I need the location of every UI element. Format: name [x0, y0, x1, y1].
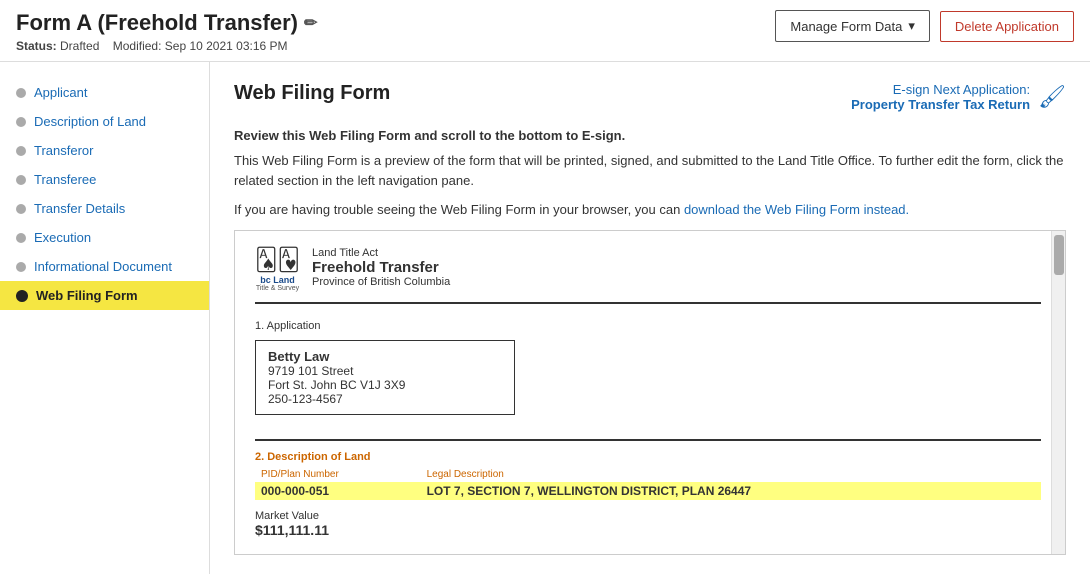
esign-document-icon[interactable]: 🖌 [1038, 84, 1066, 110]
address-box: Betty Law 9719 101 Street Fort St. John … [255, 340, 515, 415]
land-table: PID/Plan Number Legal Description 000-00… [255, 467, 1041, 500]
scrollbar-thumb [1054, 235, 1064, 275]
col-legal-header: Legal Description [421, 467, 1041, 482]
sidebar-item-description-of-land[interactable]: Description of Land [0, 107, 209, 136]
status-label: Status: [16, 39, 57, 53]
form-header-row: 🂡🂱 bc Land Title & Survey Land Title Act… [255, 247, 1041, 304]
sidebar-dot [16, 117, 26, 127]
title-text: Form A (Freehold Transfer) [16, 10, 298, 36]
bc-cards-icon: 🂡🂱 [255, 247, 300, 273]
manage-label: Manage Form Data [790, 19, 902, 34]
bc-logo: 🂡🂱 bc Land Title & Survey [255, 247, 300, 292]
sidebar-dot [16, 175, 26, 185]
sidebar-item-label: Web Filing Form [36, 288, 138, 303]
sidebar-dot [16, 88, 26, 98]
sidebar-item-label: Transferor [34, 143, 93, 158]
province: Province of British Columbia [312, 276, 450, 288]
act-name: Land Title Act [312, 247, 450, 259]
content-header: Web Filing Form E-sign Next Application:… [234, 82, 1066, 112]
sidebar-item-transferor[interactable]: Transferor [0, 136, 209, 165]
esign-title: Property Transfer Tax Return [851, 97, 1030, 112]
status-line: Status: Drafted Modified: Sep 10 2021 03… [16, 39, 317, 53]
delete-label: Delete Application [955, 19, 1059, 34]
applicant-phone: 250-123-4567 [268, 392, 502, 406]
sidebar-item-execution[interactable]: Execution [0, 223, 209, 252]
sidebar-item-web-filing-form[interactable]: Web Filing Form [0, 281, 209, 310]
form-name: Freehold Transfer [312, 259, 450, 276]
delete-application-button[interactable]: Delete Application [940, 11, 1074, 42]
sidebar-item-informational-document[interactable]: Informational Document [0, 252, 209, 281]
section2-label: 2. Description of Land [255, 451, 1041, 463]
dropdown-arrow-icon: ▾ [908, 18, 915, 34]
sidebar-item-applicant[interactable]: Applicant [0, 78, 209, 107]
modified-label: Modified: [113, 39, 162, 53]
market-value: $111,111.11 [255, 522, 1041, 538]
main-layout: Applicant Description of Land Transferor… [0, 62, 1090, 574]
sidebar-item-label: Transfer Details [34, 201, 125, 216]
market-value-section: Market Value $111,111.11 [255, 510, 1041, 538]
modified-value: Sep 10 2021 03:16 PM [165, 39, 288, 53]
sidebar-dot [16, 262, 26, 272]
intro-bold: Review this Web Filing Form and scroll t… [234, 128, 1066, 143]
section-divider [255, 439, 1041, 441]
header-actions: Manage Form Data ▾ Delete Application [775, 10, 1074, 42]
download-link[interactable]: download the Web Filing Form instead. [684, 202, 909, 217]
page-title: Form A (Freehold Transfer) ✏ [16, 10, 317, 36]
applicant-name: Betty Law [268, 349, 502, 364]
form-title-block: Land Title Act Freehold Transfer Provinc… [312, 247, 450, 288]
bc-land-text: bc Land [260, 275, 295, 285]
esign-label: E-sign Next Application: [851, 82, 1030, 97]
bc-sub-text: Title & Survey [256, 285, 299, 292]
table-row: 000-000-051 LOT 7, SECTION 7, WELLINGTON… [255, 482, 1041, 500]
form-preview-inner: 🂡🂱 bc Land Title & Survey Land Title Act… [235, 231, 1065, 554]
sidebar-dot-active [16, 290, 28, 302]
table-header-row: PID/Plan Number Legal Description [255, 467, 1041, 482]
edit-icon[interactable]: ✏ [304, 13, 317, 33]
sidebar-dot [16, 204, 26, 214]
sidebar-item-label: Description of Land [34, 114, 146, 129]
status-value: Drafted [60, 39, 99, 53]
section1-label: 1. Application [255, 320, 1041, 332]
intro-p2-prefix: If you are having trouble seeing the Web… [234, 202, 684, 217]
sidebar-item-label: Execution [34, 230, 91, 245]
sidebar-dot [16, 233, 26, 243]
pid-value: 000-000-051 [255, 482, 421, 500]
applicant-addr1: 9719 101 Street [268, 364, 502, 378]
page-header: Form A (Freehold Transfer) ✏ Status: Dra… [0, 0, 1090, 62]
sidebar-item-transfer-details[interactable]: Transfer Details [0, 194, 209, 223]
sidebar-item-label: Informational Document [34, 259, 172, 274]
land-section: 2. Description of Land PID/Plan Number L… [255, 451, 1041, 500]
market-value-label: Market Value [255, 510, 1041, 522]
col-pid-header: PID/Plan Number [255, 467, 421, 482]
manage-form-data-button[interactable]: Manage Form Data ▾ [775, 10, 930, 42]
sidebar: Applicant Description of Land Transferor… [0, 62, 210, 574]
legal-value: LOT 7, SECTION 7, WELLINGTON DISTRICT, P… [421, 482, 1041, 500]
header-left: Form A (Freehold Transfer) ✏ Status: Dra… [16, 10, 317, 53]
sidebar-item-transferee[interactable]: Transferee [0, 165, 209, 194]
content-heading: Web Filing Form [234, 82, 390, 105]
sidebar-dot [16, 146, 26, 156]
sidebar-item-label: Applicant [34, 85, 87, 100]
esign-text: E-sign Next Application: Property Transf… [851, 82, 1030, 112]
intro-p2: If you are having trouble seeing the Web… [234, 200, 1066, 220]
esign-section: E-sign Next Application: Property Transf… [851, 82, 1066, 112]
form-preview: 🂡🂱 bc Land Title & Survey Land Title Act… [234, 230, 1066, 555]
applicant-addr2: Fort St. John BC V1J 3X9 [268, 378, 502, 392]
content-area: Web Filing Form E-sign Next Application:… [210, 62, 1090, 574]
intro-p1: This Web Filing Form is a preview of the… [234, 151, 1066, 190]
form-scrollbar[interactable] [1051, 231, 1065, 554]
sidebar-item-label: Transferee [34, 172, 96, 187]
